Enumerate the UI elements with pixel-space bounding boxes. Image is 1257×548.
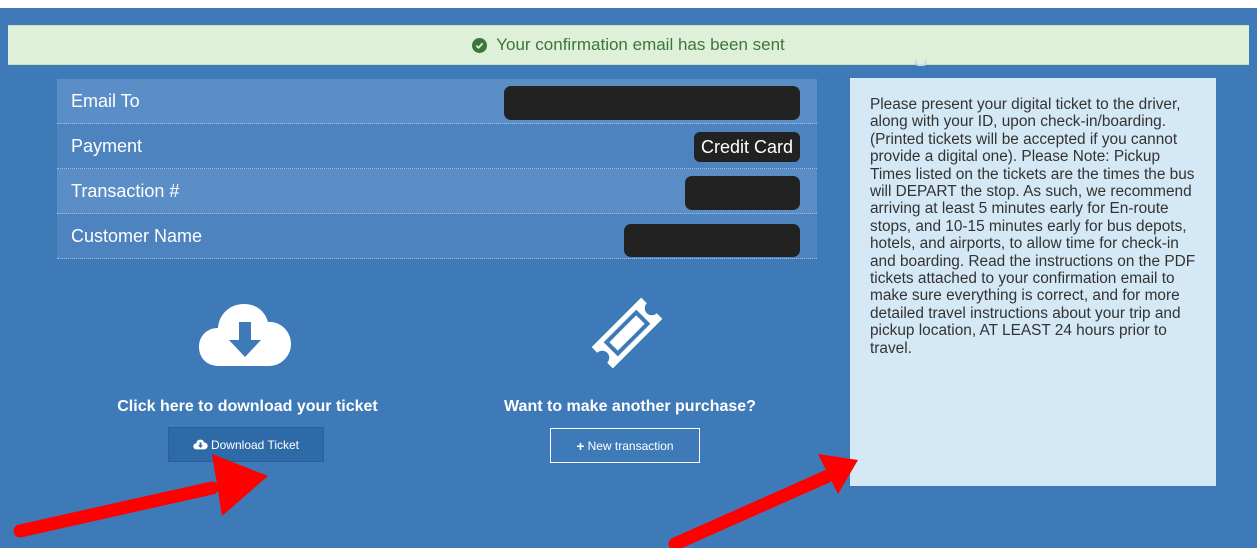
- row-label-payment: Payment: [71, 135, 143, 156]
- cloud-download-icon: [199, 304, 291, 366]
- table-row: Transaction #: [57, 169, 817, 214]
- table-row: Customer Name: [57, 214, 817, 259]
- table-row: Email To: [57, 79, 817, 124]
- hidden-heading-fragment: [905, 60, 927, 66]
- row-label-email-to: Email To: [71, 90, 140, 111]
- annotation-arrow-right: [668, 454, 858, 548]
- instructions-text: Please present your digital ticket to th…: [870, 96, 1196, 357]
- check-circle-icon: [472, 37, 488, 53]
- confirmation-alert: Your confirmation email has been sent: [8, 25, 1249, 65]
- redacted-transaction-number: [685, 176, 800, 210]
- alert-message: Your confirmation email has been sent: [496, 35, 785, 54]
- plus-icon: +: [576, 437, 585, 454]
- row-label-transaction: Transaction #: [71, 180, 180, 201]
- download-heading: Click here to download your ticket: [117, 398, 378, 415]
- annotation-arrow-left: [13, 454, 268, 538]
- redacted-customer-name: [624, 224, 800, 257]
- redacted-email: [504, 86, 800, 120]
- new-purchase-heading: Want to make another purchase?: [504, 398, 756, 415]
- ticket-instructions-panel: Please present your digital ticket to th…: [850, 78, 1216, 486]
- transaction-details-table: Email To Payment Transaction # Customer …: [57, 79, 817, 259]
- download-section: [90, 300, 400, 370]
- row-label-customer-name: Customer Name: [71, 225, 203, 246]
- payment-value: Credit Card: [693, 132, 800, 162]
- ticket-icon: [591, 297, 663, 369]
